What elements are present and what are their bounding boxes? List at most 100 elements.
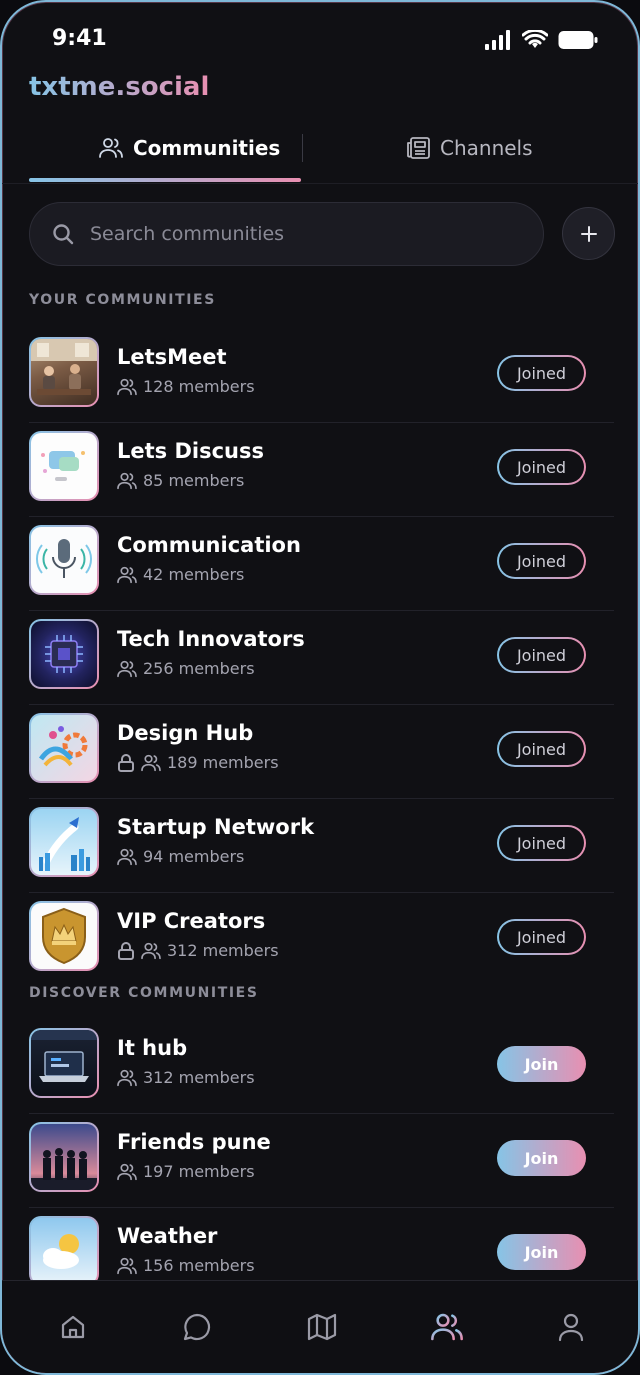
community-thumbnail bbox=[29, 1216, 99, 1286]
weather-image bbox=[43, 1234, 79, 1269]
active-tab-indicator bbox=[29, 178, 301, 182]
community-thumbnail bbox=[29, 1028, 99, 1098]
members-icon bbox=[141, 754, 161, 771]
community-row[interactable]: Tech Innovators 256 members Joined bbox=[29, 611, 614, 705]
community-meta: 42 members bbox=[117, 565, 244, 584]
nav-profile[interactable] bbox=[553, 1309, 589, 1345]
wifi-icon bbox=[522, 30, 548, 48]
member-count: 94 members bbox=[143, 847, 245, 866]
nav-chat[interactable] bbox=[179, 1309, 215, 1345]
crown-badge-image bbox=[42, 907, 86, 965]
members-icon bbox=[117, 848, 137, 865]
your-communities-heading: YOUR COMMUNITIES bbox=[29, 292, 216, 308]
members-icon bbox=[117, 1163, 137, 1180]
community-name: Lets Discuss bbox=[117, 439, 264, 463]
joined-label: Joined bbox=[499, 827, 584, 859]
community-row[interactable]: Communication 42 members Joined bbox=[29, 517, 614, 611]
add-community-button[interactable] bbox=[562, 207, 615, 260]
members-icon bbox=[117, 472, 137, 489]
community-thumbnail bbox=[29, 619, 99, 689]
joined-label: Joined bbox=[499, 921, 584, 953]
community-name: Friends pune bbox=[117, 1130, 271, 1154]
community-meta: 256 members bbox=[117, 659, 255, 678]
joined-button[interactable]: Joined bbox=[497, 449, 586, 485]
joined-button[interactable]: Joined bbox=[497, 355, 586, 391]
community-row[interactable]: Design Hub 189 members Joined bbox=[29, 705, 614, 799]
map-icon bbox=[307, 1313, 337, 1341]
joined-button[interactable]: Joined bbox=[497, 919, 586, 955]
community-row[interactable]: Lets Discuss 85 members Joined bbox=[29, 423, 614, 517]
search-bar bbox=[29, 202, 544, 266]
community-meta: 156 members bbox=[117, 1256, 255, 1275]
community-row[interactable]: Startup Network 94 members Joined bbox=[29, 799, 614, 893]
community-meta: 312 members bbox=[117, 941, 279, 960]
chat-icon bbox=[183, 1313, 211, 1341]
members-icon bbox=[141, 942, 161, 959]
member-count: 197 members bbox=[143, 1162, 255, 1181]
tab-channels-label: Channels bbox=[440, 136, 533, 160]
laptop-image bbox=[31, 1030, 97, 1082]
bottom-navigation bbox=[2, 1280, 638, 1373]
members-icon bbox=[117, 566, 137, 583]
battery-icon bbox=[558, 31, 598, 49]
join-button[interactable]: Join bbox=[497, 1140, 586, 1176]
community-name: Startup Network bbox=[117, 815, 315, 839]
members-icon bbox=[117, 378, 137, 395]
community-name: VIP Creators bbox=[117, 909, 266, 933]
tab-communities[interactable]: Communities bbox=[99, 120, 280, 176]
members-icon bbox=[117, 660, 137, 677]
joined-label: Joined bbox=[499, 357, 584, 389]
member-count: 189 members bbox=[167, 753, 279, 772]
phone-frame: 9:41 txtme.social Communities Channels S… bbox=[0, 0, 640, 1375]
member-count: 156 members bbox=[143, 1256, 255, 1275]
community-name: Design Hub bbox=[117, 721, 254, 745]
nav-communities[interactable] bbox=[429, 1309, 465, 1345]
discover-row[interactable]: It hub 312 members Join bbox=[29, 1020, 614, 1114]
app-logo: txtme.social bbox=[29, 72, 210, 102]
nav-map[interactable] bbox=[304, 1309, 340, 1345]
design-art-image bbox=[38, 726, 88, 767]
search-input[interactable] bbox=[90, 223, 490, 245]
community-thumbnail bbox=[29, 337, 99, 407]
status-bar: 9:41 bbox=[52, 24, 598, 58]
friends-silhouette-image bbox=[31, 1148, 97, 1190]
newspaper-icon bbox=[407, 137, 430, 159]
home-icon bbox=[61, 1315, 85, 1339]
joined-label: Joined bbox=[499, 545, 584, 577]
profile-icon bbox=[558, 1313, 584, 1341]
community-thumbnail bbox=[29, 1122, 99, 1192]
community-row[interactable]: LetsMeet 128 members Joined bbox=[29, 329, 614, 423]
discover-communities-heading: DISCOVER COMMUNITIES bbox=[29, 985, 259, 1001]
community-meta: 197 members bbox=[117, 1162, 255, 1181]
joined-button[interactable]: Joined bbox=[497, 731, 586, 767]
joined-button[interactable]: Joined bbox=[497, 637, 586, 673]
joined-button[interactable]: Joined bbox=[497, 825, 586, 861]
community-meta: 94 members bbox=[117, 847, 244, 866]
community-name: Communication bbox=[117, 533, 301, 557]
community-meta: 128 members bbox=[117, 377, 255, 396]
nav-home[interactable] bbox=[55, 1309, 91, 1345]
joined-button[interactable]: Joined bbox=[497, 543, 586, 579]
communities-icon bbox=[431, 1313, 463, 1341]
tab-bar: Communities Channels bbox=[29, 120, 611, 184]
rocket-launch-image bbox=[39, 817, 90, 871]
community-row[interactable]: VIP Creators 312 members Joined bbox=[29, 893, 614, 987]
lock-icon bbox=[118, 941, 134, 960]
tab-channels[interactable]: Channels bbox=[406, 120, 533, 176]
members-icon bbox=[117, 1257, 137, 1274]
community-meta: 189 members bbox=[117, 753, 279, 772]
tab-communities-label: Communities bbox=[133, 136, 281, 160]
member-count: 312 members bbox=[143, 1068, 255, 1087]
join-button[interactable]: Join bbox=[497, 1234, 586, 1270]
community-meta: 85 members bbox=[117, 471, 244, 490]
community-name: LetsMeet bbox=[117, 345, 227, 369]
community-name: Weather bbox=[117, 1224, 218, 1248]
join-button[interactable]: Join bbox=[497, 1046, 586, 1082]
discover-row[interactable]: Friends pune 197 members Join bbox=[29, 1114, 614, 1208]
community-thumbnail bbox=[29, 901, 99, 971]
members-icon bbox=[117, 1069, 137, 1086]
member-count: 312 members bbox=[167, 941, 279, 960]
tab-bar-divider bbox=[2, 183, 638, 184]
joined-label: Joined bbox=[499, 451, 584, 483]
status-icons bbox=[484, 30, 598, 50]
